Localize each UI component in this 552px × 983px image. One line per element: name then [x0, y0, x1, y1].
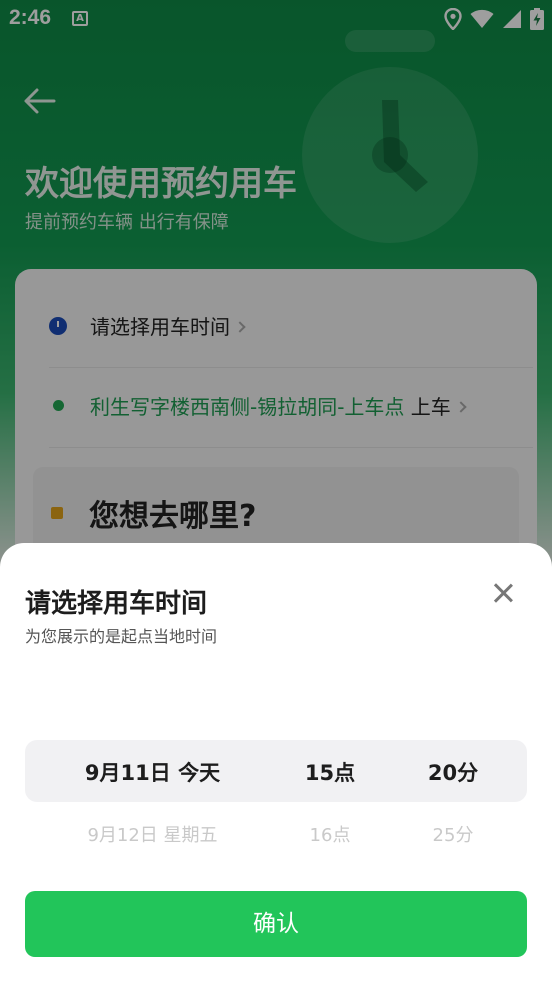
sheet-title: 请选择用车时间	[25, 589, 208, 619]
sheet-subtitle: 为您展示的是起点当地时间	[25, 627, 218, 646]
confirm-button[interactable]: 确认	[25, 891, 527, 957]
picker-date-option[interactable]: 9月12日 星期五	[40, 821, 265, 847]
picker-date-selected[interactable]: 9月11日 今天	[40, 757, 265, 787]
close-icon[interactable]	[486, 576, 520, 610]
time-picker-sheet: 请选择用车时间 为您展示的是起点当地时间 9月11日 今天 15点 20分 9月…	[0, 543, 552, 983]
picker-minute-selected[interactable]: 20分	[393, 757, 513, 787]
picker-minute-option[interactable]: 25分	[393, 821, 513, 847]
picker-hour-selected[interactable]: 15点	[270, 757, 390, 787]
picker-hour-option[interactable]: 16点	[270, 821, 390, 847]
